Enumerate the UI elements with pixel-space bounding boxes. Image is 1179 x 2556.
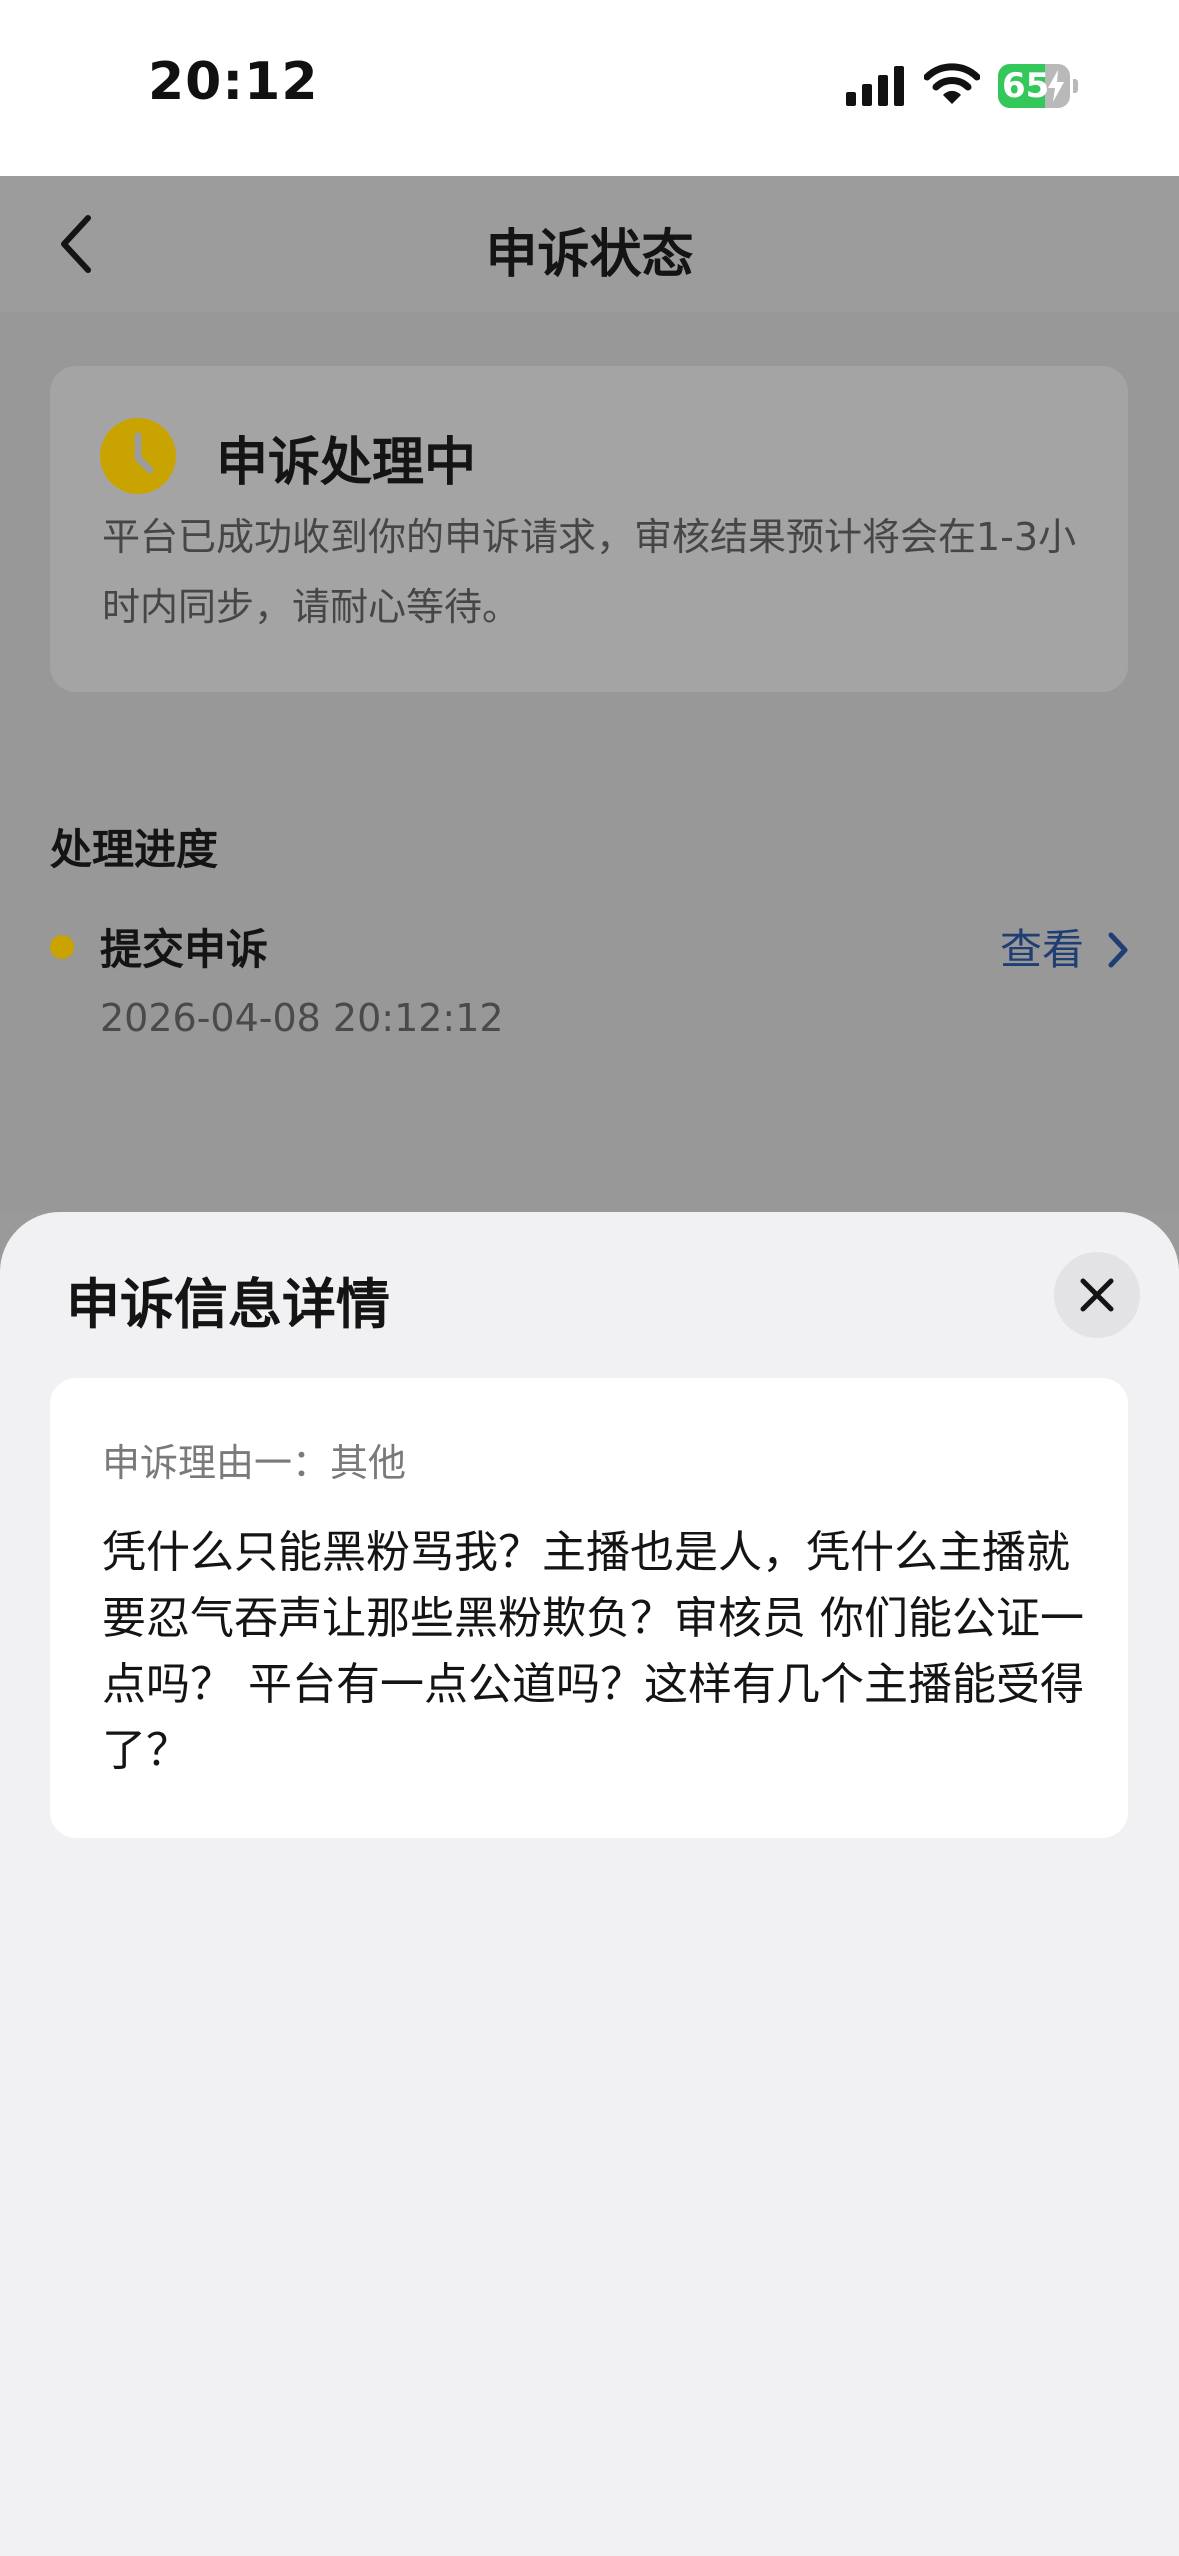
status-time: 20:12 xyxy=(148,52,319,112)
clock-icon xyxy=(100,418,176,494)
progress-step-time: 2026-04-08 20:12:12 xyxy=(100,996,504,1040)
reason-text: 凭什么只能黑粉骂我？主播也是人，凭什么主播就要忍气吞声让那些黑粉欺负？审核员 你… xyxy=(102,1527,1084,1776)
close-icon[interactable] xyxy=(1079,1277,1115,1313)
status-title: 申诉处理中 xyxy=(216,433,477,493)
appeal-detail-card: 申诉理由一：其他 凭什么只能黑粉骂我？主播也是人，凭什么主播就要忍气吞声让那些黑… xyxy=(50,1378,1128,1838)
chevron-right-icon[interactable] xyxy=(1106,930,1130,970)
progress-step-title: 提交申诉 xyxy=(100,925,269,974)
appeal-status-card: 申诉处理中 平台已成功收到你的申诉请求，审核结果预计将会在1-3小时内同步，请耐… xyxy=(50,366,1128,692)
page-title: 申诉状态 xyxy=(485,225,694,285)
background-content: 申诉处理中 平台已成功收到你的申诉请求，审核结果预计将会在1-3小时内同步，请耐… xyxy=(0,312,1179,1212)
battery-level: 65 xyxy=(1002,66,1050,106)
charging-bolt-icon xyxy=(1048,70,1064,102)
progress-dot xyxy=(50,935,74,959)
status-bar: 20:12 65 xyxy=(0,0,1179,176)
cellular-signal-icon xyxy=(846,66,904,106)
reason-label: 申诉理由一：其他 xyxy=(102,1441,407,1485)
status-description: 平台已成功收到你的申诉请求，审核结果预计将会在1-3小时内同步，请耐心等待。 xyxy=(102,515,1077,629)
view-link[interactable]: 查看 xyxy=(1000,916,1084,977)
close-button[interactable] xyxy=(1054,1252,1140,1338)
battery-indicator: 65 xyxy=(998,64,1078,108)
wifi-icon xyxy=(924,63,980,104)
nav-bar: 申诉状态 xyxy=(0,176,1179,314)
sheet-title: 申诉信息详情 xyxy=(66,1273,390,1336)
appeal-detail-sheet: 申诉信息详情 申诉理由一：其他 凭什么只能黑粉骂我？主播也是人，凭什么主播就要忍… xyxy=(0,1212,1179,2556)
progress-section-title: 处理进度 xyxy=(50,825,219,874)
